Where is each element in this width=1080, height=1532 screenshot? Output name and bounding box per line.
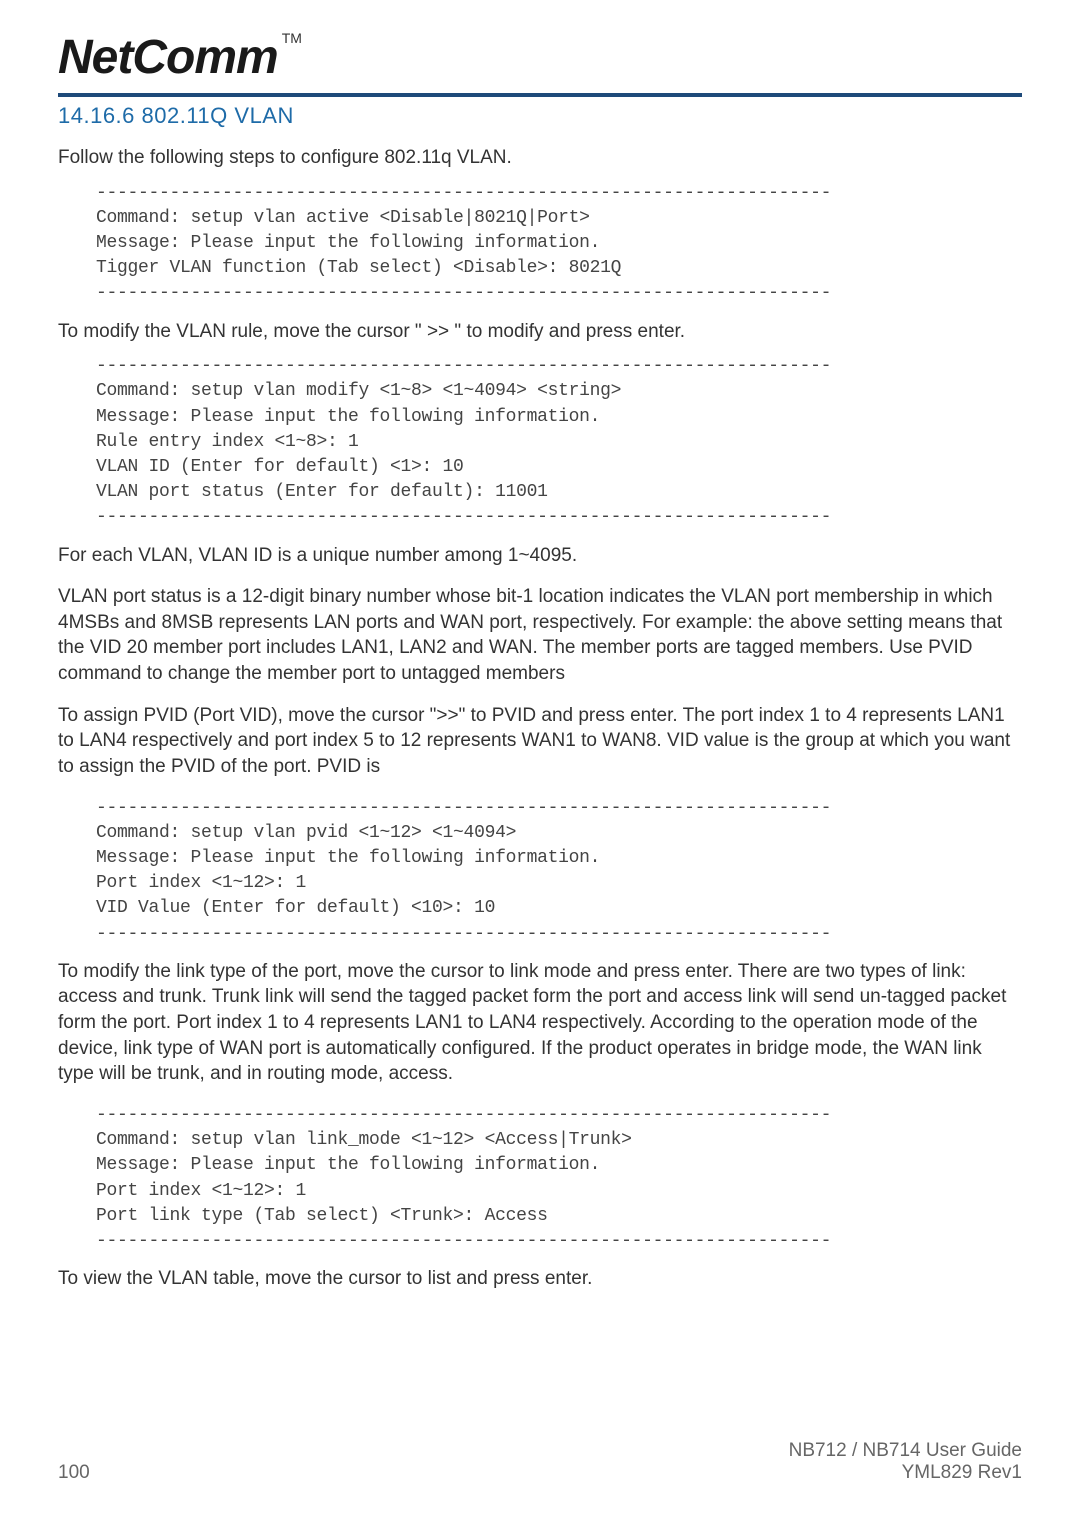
text-1: To modify the VLAN rule, move the cursor… xyxy=(58,319,1022,345)
footer-guide-info: NB712 / NB714 User Guide YML829 Rev1 xyxy=(789,1440,1022,1484)
logo-container: NetCommTM xyxy=(58,30,1022,85)
page-footer: 100 NB712 / NB714 User Guide YML829 Rev1 xyxy=(58,1440,1022,1484)
code-block-1: ----------------------------------------… xyxy=(96,181,1022,307)
header-divider xyxy=(58,93,1022,97)
guide-revision: YML829 Rev1 xyxy=(789,1462,1022,1484)
section-heading: 14.16.6 802.11Q VLAN xyxy=(58,103,1022,129)
code-block-2: ----------------------------------------… xyxy=(96,354,1022,530)
logo-text: NetComm xyxy=(58,30,278,85)
code-block-3: ----------------------------------------… xyxy=(96,796,1022,947)
text-3: VLAN port status is a 12-digit binary nu… xyxy=(58,584,1022,687)
page-number: 100 xyxy=(58,1462,90,1484)
guide-title: NB712 / NB714 User Guide xyxy=(789,1440,1022,1462)
trademark-symbol: TM xyxy=(282,30,302,46)
intro-text: Follow the following steps to configure … xyxy=(58,145,1022,171)
code-block-4: ----------------------------------------… xyxy=(96,1103,1022,1254)
text-5: To modify the link type of the port, mov… xyxy=(58,959,1022,1087)
text-4: To assign PVID (Port VID), move the curs… xyxy=(58,703,1022,780)
text-6: To view the VLAN table, move the cursor … xyxy=(58,1266,1022,1292)
text-2: For each VLAN, VLAN ID is a unique numbe… xyxy=(58,543,1022,569)
